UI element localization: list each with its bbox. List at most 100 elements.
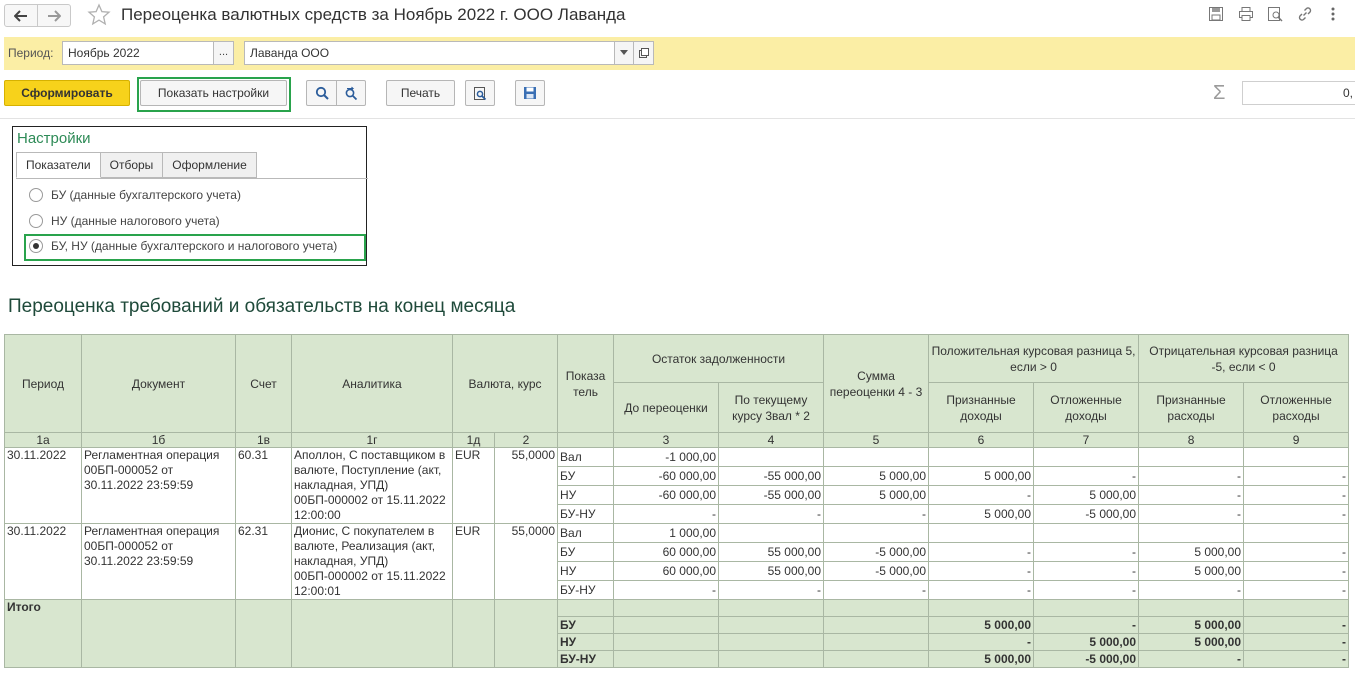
cell-value: - [1138,466,1245,486]
header-current-rate: По текущему курсу 3вал * 2 [718,382,825,433]
settings-button-highlight [137,77,291,112]
link-icon[interactable] [1297,6,1313,22]
print-icon[interactable] [1238,6,1254,22]
cell-total-value [823,616,930,634]
column-numbers-row: 1а 1б 1в 1г 1д 2 3 4 5 6 7 8 9 [4,432,1350,448]
cell-total-value: 5 000,00 [1138,633,1245,651]
cell-total-value [718,650,825,668]
cell-total-value: - [928,633,1035,651]
table-row: 30.11.2022 Регламентная операция 00БП-000… [4,447,1350,524]
option-nu-label: НУ (данные налогового учета) [51,214,220,228]
cell-value: - [823,504,930,524]
cell-value: 5 000,00 [928,504,1035,524]
option-nu-radio[interactable]: НУ (данные налогового учета) [29,214,220,228]
preview-icon[interactable] [1267,6,1283,22]
cell-indicator: Вал [557,523,615,543]
dropdown-arrow-icon [620,50,628,55]
cell-value: - [823,580,930,600]
cell-value: 1 000,00 [613,523,720,543]
cell-value: - [1243,504,1350,524]
option-bu-label: БУ (данные бухгалтерского учета) [51,188,241,202]
cell-total-value [718,616,825,634]
cell-currency: EUR [452,447,495,524]
cell-total-value [1138,599,1245,617]
column-number: 3 [613,432,720,448]
cell-total-label: Итого [4,599,82,668]
cell-total-value [1243,599,1350,617]
search-icon [315,86,329,100]
cell-total-value: - [1243,616,1350,634]
generate-button[interactable]: Сформировать [4,80,130,106]
tab-indicators[interactable]: Показатели [16,152,101,178]
header-revaluation: Сумма переоценки 4 - 3 [823,334,930,433]
sum-field: 0, [1242,81,1355,105]
column-number: 1д [452,432,495,448]
header-account: Счет [235,334,292,433]
cell-value [718,523,825,543]
save-report-button[interactable] [515,80,545,106]
save-icon[interactable] [1208,6,1224,22]
cell-value: - [613,580,720,600]
cell-value: - [928,561,1035,581]
period-select-button[interactable]: ... [213,41,234,65]
print-button[interactable]: Печать [386,80,455,106]
cell-value: - [1243,542,1350,562]
cell-period: 30.11.2022 [4,523,82,600]
arrow-left-icon [14,9,27,22]
column-number: 2 [493,432,559,448]
tab-appearance[interactable]: Оформление [163,152,257,178]
column-number: 1в [235,432,292,448]
cell-total-empty [493,599,559,668]
cell-total-value [823,633,930,651]
organization-input[interactable]: Лаванда ООО [244,41,615,65]
cell-value: -5 000,00 [1033,504,1140,524]
organization-dropdown-button[interactable] [614,41,634,65]
cell-indicator: БУ [557,466,615,486]
cell-indicator: НУ [557,485,615,505]
cell-total-value [718,633,825,651]
cell-rate: 55,0000 [493,523,559,600]
cell-value: - [1243,485,1350,505]
favorite-star-icon[interactable] [87,3,111,27]
cell-total-value [823,650,930,668]
cell-indicator: БУ-НУ [557,580,615,600]
option-bu-radio[interactable]: БУ (данные бухгалтерского учета) [29,188,241,202]
cell-value: - [1033,542,1140,562]
radio-circle[interactable] [29,188,43,202]
back-button[interactable] [4,4,38,27]
parameters-bar: Период: Ноябрь 2022 ... Лаванда ООО [4,37,1355,70]
period-input[interactable]: Ноябрь 2022 [62,41,214,65]
cell-value: - [718,504,825,524]
column-number: 1а [4,432,82,448]
cell-total-value: 5 000,00 [1033,633,1140,651]
cell-document: Регламентная операция 00БП-000052 от 30.… [81,447,236,524]
cell-indicator: Вал [557,447,615,467]
forward-button[interactable] [37,4,71,27]
settings-title: Настройки [17,130,91,147]
tab-filters[interactable]: Отборы [100,152,164,178]
search-next-button[interactable] [336,80,366,106]
cell-total-value: 5 000,00 [928,650,1035,668]
cell-value: 5 000,00 [1138,561,1245,581]
settings-tabs: Показатели Отборы Оформление [16,152,257,178]
report-title: Переоценка требований и обязательств на … [8,296,516,317]
cell-total-empty [452,599,495,668]
floppy-disk-icon [524,87,536,99]
print-preview-button[interactable] [465,80,495,106]
cell-value [718,447,825,467]
report-table: Период Документ Счет Аналитика Валюта, к… [4,334,1350,668]
search-button[interactable] [306,80,337,106]
column-number: 9 [1243,432,1350,448]
column-number: 1г [291,432,453,448]
organization-open-button[interactable] [633,41,654,65]
cell-value: 55 000,00 [718,542,825,562]
header-period: Период [4,334,82,433]
cell-value: -60 000,00 [613,466,720,486]
radio-circle[interactable] [29,214,43,228]
cell-value: 60 000,00 [613,542,720,562]
cell-total-value: 5 000,00 [928,616,1035,634]
more-icon[interactable] [1330,6,1336,22]
cell-total-empty [235,599,292,668]
cell-value [1138,447,1245,467]
column-number [557,432,615,448]
